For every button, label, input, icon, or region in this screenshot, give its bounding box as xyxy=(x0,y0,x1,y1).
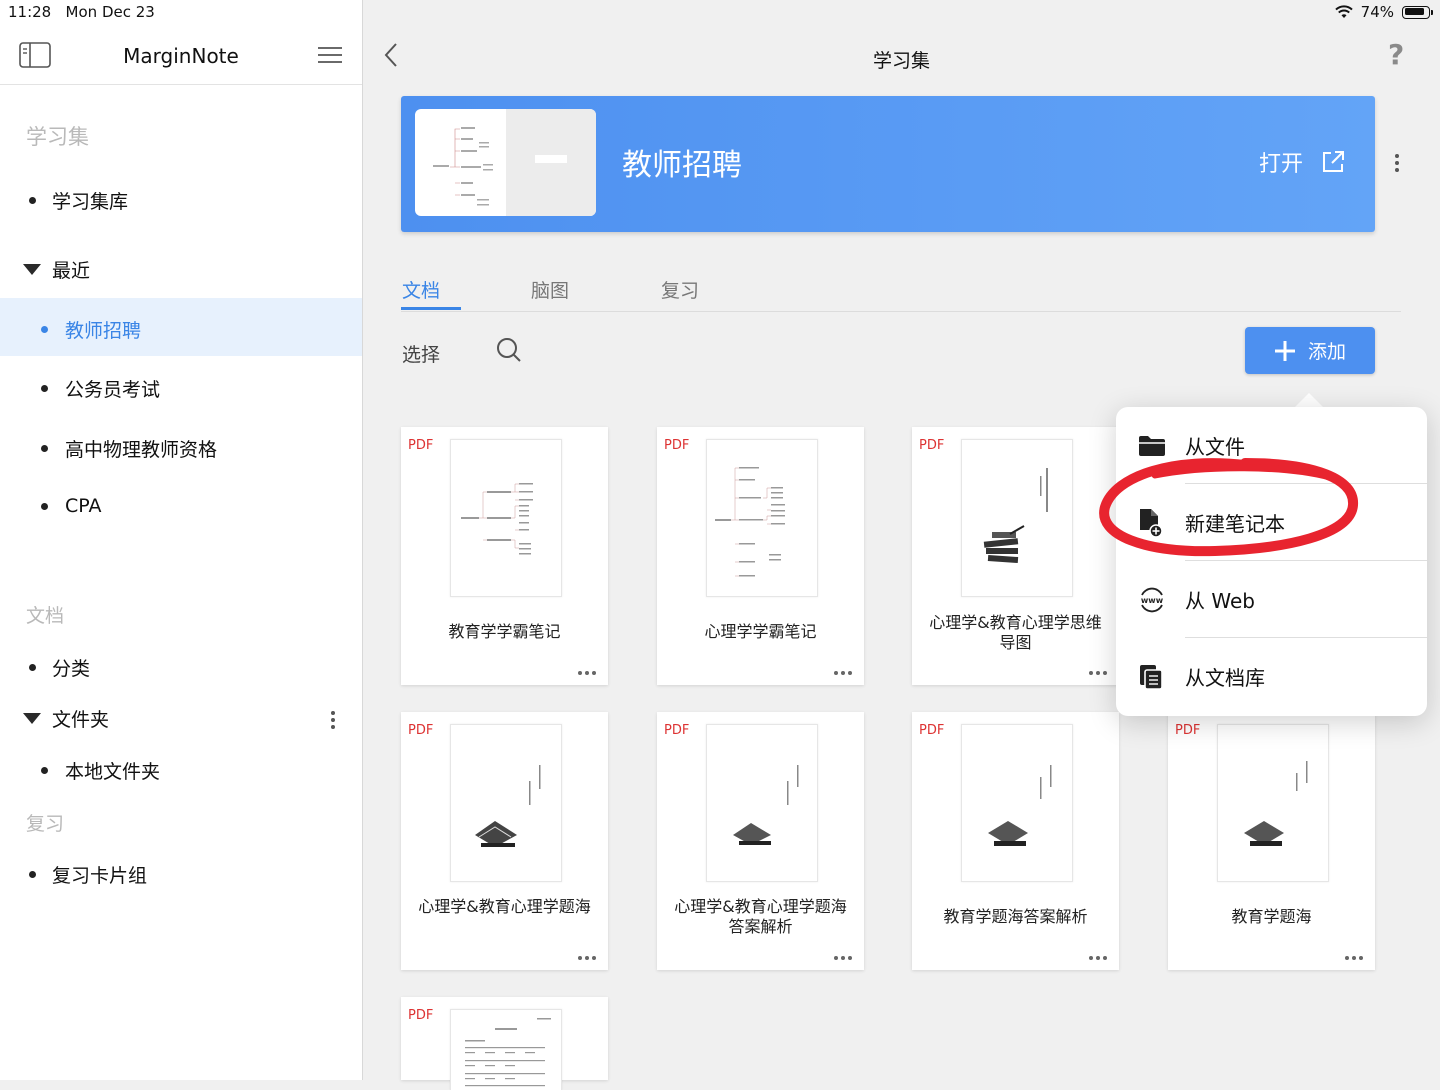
document-title: 心理学&教育心理学思维导图 xyxy=(929,613,1102,652)
help-icon[interactable]: ? xyxy=(1388,38,1404,71)
pdf-badge: PDF xyxy=(408,723,434,738)
sidebar-item-review-cards[interactable]: 复习卡片组 xyxy=(29,861,147,888)
bullet-icon xyxy=(41,502,48,510)
study-set-thumbnail[interactable] xyxy=(415,109,596,216)
document-thumbnail xyxy=(450,1009,562,1090)
document-thumbnail xyxy=(450,724,562,882)
document-title: 教育学学霸笔记 xyxy=(448,622,561,641)
section-documents: 文档 xyxy=(26,605,65,627)
external-open-icon xyxy=(1323,151,1345,172)
document-thumbnail xyxy=(706,724,818,882)
library-icon xyxy=(1140,664,1163,690)
www-icon: www xyxy=(1141,587,1164,612)
bullet-icon xyxy=(29,664,36,671)
open-button[interactable]: 打开 xyxy=(1259,146,1345,178)
document-thumbnail xyxy=(450,439,562,597)
section-review: 复习 xyxy=(26,813,65,835)
more-icon[interactable] xyxy=(1089,956,1107,960)
pdf-badge: PDF xyxy=(664,723,690,738)
document-card[interactable]: PDF 教育学题海 xyxy=(1168,712,1375,970)
status-indicators: 74% xyxy=(1334,3,1433,21)
sidebar-item-library[interactable]: 学习集库 xyxy=(29,187,128,214)
section-study-sets: 学习集 xyxy=(26,125,89,149)
sidebar-item-local-folder[interactable]: 本地文件夹 xyxy=(41,757,160,784)
document-thumbnail xyxy=(961,724,1073,882)
document-card[interactable]: PDF 心理学&教育心理学思维导图 xyxy=(912,427,1119,685)
document-card[interactable]: PDF 心理学&教育心理学题海 xyxy=(401,712,608,970)
sidebar-item-civil-service[interactable]: 公务员考试 xyxy=(41,375,160,402)
menu-item-from-web[interactable]: www 从 Web xyxy=(1116,561,1427,638)
svg-text:www: www xyxy=(1141,596,1164,605)
document-card[interactable]: PDF 心理学&教育心理学题海答案解析 xyxy=(657,712,864,970)
sidebar-item-physics-teacher[interactable]: 高中物理教师资格 xyxy=(41,435,217,462)
pdf-badge: PDF xyxy=(919,723,945,738)
tab-mindmap[interactable]: 脑图 xyxy=(531,276,569,303)
document-thumbnail xyxy=(961,439,1073,597)
more-icon[interactable] xyxy=(578,671,596,675)
page-title: 学习集 xyxy=(872,50,930,72)
sidebar-item-teacher-recruitment[interactable]: 教师招聘 xyxy=(41,316,141,343)
expand-triangle-icon[interactable] xyxy=(23,713,41,724)
bullet-icon xyxy=(41,767,48,774)
folder-icon xyxy=(1139,435,1165,456)
document-title: 心理学学霸笔记 xyxy=(704,622,817,641)
pdf-badge: PDF xyxy=(1175,723,1201,738)
mindmap-preview-icon xyxy=(433,109,596,216)
sidebar-item-folders[interactable]: 文件夹 xyxy=(23,705,109,732)
add-button[interactable]: 添加 xyxy=(1245,327,1375,374)
select-button[interactable]: 选择 xyxy=(402,340,440,367)
bullet-icon xyxy=(41,326,48,333)
study-set-banner: 教师招聘 打开 xyxy=(401,96,1375,232)
document-thumbnail xyxy=(706,439,818,597)
tab-divider xyxy=(401,311,1401,312)
bullet-icon xyxy=(41,445,48,452)
sidebar-header: MarginNote xyxy=(0,28,362,85)
menu-icon[interactable] xyxy=(317,46,343,64)
document-card[interactable]: PDF 教育学题海答案解析 xyxy=(912,712,1119,970)
sidebar-item-cpa[interactable]: CPA xyxy=(41,495,102,517)
pdf-badge: PDF xyxy=(408,438,434,453)
status-time: 11:28 Mon Dec 23 xyxy=(8,3,155,21)
tab-documents[interactable]: 文档 xyxy=(402,276,440,303)
more-icon[interactable] xyxy=(1089,671,1107,675)
document-card[interactable]: PDF 教育学学霸笔记 xyxy=(401,427,608,685)
plus-icon xyxy=(1274,340,1295,361)
bullet-icon xyxy=(29,871,36,878)
app-title: MarginNote xyxy=(123,44,239,68)
bullet-icon xyxy=(41,385,48,392)
battery-percent: 74% xyxy=(1360,3,1394,21)
document-card[interactable]: PDF xyxy=(401,997,608,1090)
more-icon[interactable] xyxy=(1345,956,1363,960)
document-title: 教育学题海答案解析 xyxy=(943,907,1088,926)
more-icon[interactable] xyxy=(834,671,852,675)
document-title: 心理学&教育心理学题海答案解析 xyxy=(674,897,847,936)
banner-more-icon[interactable] xyxy=(1395,154,1399,172)
more-icon[interactable] xyxy=(578,956,596,960)
more-icon[interactable] xyxy=(834,956,852,960)
pdf-badge: PDF xyxy=(664,438,690,453)
wifi-icon xyxy=(1334,5,1353,18)
folders-more-icon[interactable] xyxy=(331,711,335,729)
study-set-title: 教师招聘 xyxy=(622,148,742,183)
red-highlight-circle xyxy=(1099,458,1358,557)
battery-icon xyxy=(1402,5,1433,19)
sidebar-item-categories[interactable]: 分类 xyxy=(29,654,90,681)
document-title: 教育学题海 xyxy=(1231,907,1312,926)
bullet-icon xyxy=(29,197,36,204)
sidebar-item-recent[interactable]: 最近 xyxy=(23,256,90,283)
tab-review[interactable]: 复习 xyxy=(661,276,699,303)
pdf-badge: PDF xyxy=(919,438,945,453)
document-thumbnail xyxy=(1217,724,1329,882)
active-tab-indicator xyxy=(401,307,461,310)
document-card[interactable]: PDF 心理学学霸笔记 xyxy=(657,427,864,685)
expand-triangle-icon[interactable] xyxy=(23,264,41,275)
menu-item-from-library[interactable]: 从文档库 xyxy=(1116,638,1427,715)
document-title: 心理学&教育心理学题海 xyxy=(418,897,591,916)
pdf-badge: PDF xyxy=(408,1008,434,1023)
search-icon[interactable] xyxy=(496,337,522,363)
sidebar xyxy=(0,0,363,1080)
